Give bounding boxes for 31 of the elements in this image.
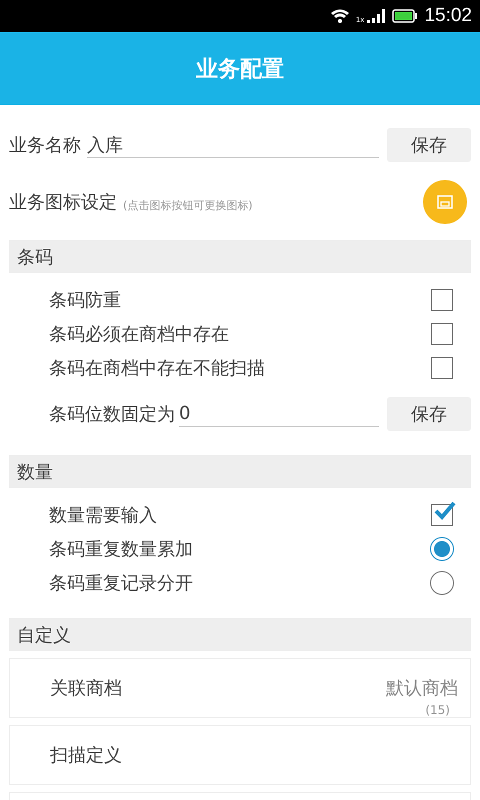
page-title: 业务配置 [196, 56, 284, 84]
checkbox[interactable] [431, 323, 453, 345]
field-label: 业务图标设定 [9, 191, 117, 214]
signal-icon [366, 8, 386, 24]
radio-button[interactable] [430, 537, 454, 561]
checkbox[interactable] [431, 289, 453, 311]
checkbox[interactable] [431, 504, 453, 526]
option-label: 条码防重 [49, 289, 121, 312]
frame-icon [437, 195, 453, 209]
section-title: 条码 [17, 246, 53, 268]
clock: 15:02 [424, 5, 472, 27]
option-label: 条码重复数量累加 [49, 538, 193, 561]
option-label: 条码在商档中存在不能扫描 [49, 357, 265, 380]
wifi-icon [330, 8, 350, 24]
option-label: 条码必须在商档中存在 [49, 323, 229, 346]
field-label: 条码位数固定为 [49, 403, 175, 426]
list-item[interactable]: 关联商档 默认商档 (15) [9, 658, 471, 718]
battery-icon [392, 9, 418, 23]
radio-button[interactable] [430, 571, 454, 595]
name-input[interactable]: 入库 [87, 132, 379, 158]
hint-text: (点击图标按钮可更换图标) [123, 198, 254, 212]
save-button[interactable]: 保存 [387, 397, 471, 431]
field-label: 业务名称 [9, 134, 81, 157]
digits-input[interactable]: 0 [179, 401, 379, 427]
list-item[interactable]: 扫描定义 [9, 725, 471, 785]
section-title: 自定义 [17, 624, 71, 646]
section-title: 数量 [17, 460, 53, 484]
save-button[interactable]: 保存 [387, 128, 471, 162]
option-label: 数量需要输入 [49, 504, 157, 527]
checkbox[interactable] [431, 357, 453, 379]
option-label: 条码重复记录分开 [49, 572, 193, 595]
